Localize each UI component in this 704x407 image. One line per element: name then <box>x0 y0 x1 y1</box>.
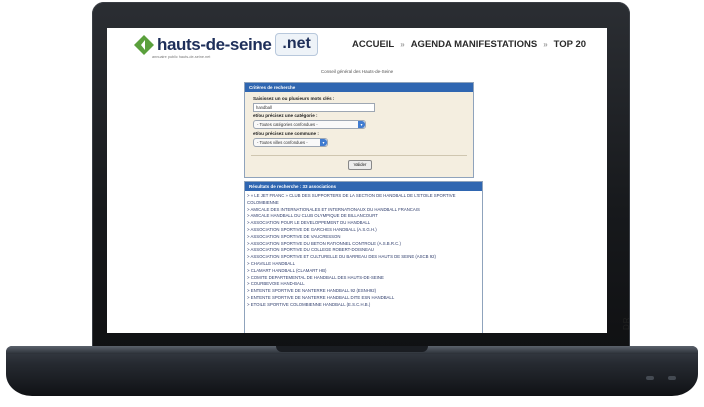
category-select[interactable]: - Toutes catégories confondues - ▾ <box>253 120 366 129</box>
top-nav: ACCUEIL » AGENDA MANIFESTATIONS » TOP 20 <box>352 39 586 50</box>
site-tagline: annuaire public hauts-de-seine.net <box>152 55 211 59</box>
criteria-divider <box>251 155 467 156</box>
category-select-value: - Toutes catégories confondues - <box>257 122 318 127</box>
chevron-down-icon: ▾ <box>358 121 365 128</box>
results-panel: Résultats de recherche : 33 associations… <box>244 181 483 333</box>
result-link[interactable]: > COMITE DEPARTEMENTAL DE HANDBALL DES H… <box>247 275 479 282</box>
commune-select-value: - Toutes villes confondues - <box>257 140 308 145</box>
result-link[interactable]: > ENTENTE SPORTIVE DE NANTERRE HANDBALL … <box>247 295 479 302</box>
laptop-hinge <box>276 346 428 352</box>
result-link[interactable]: > ASSOCIATION POUR LE DEVELOPPEMENT DU H… <box>247 220 479 227</box>
results-list: > « LE JET FRANC » CLUB DES SUPPORTERS D… <box>247 193 479 309</box>
result-link[interactable]: > AMICALE HANDBALL DU CLUB OLYMPIQUE DE … <box>247 213 479 220</box>
result-link[interactable]: > CHAVILLE HANDBALL <box>247 261 479 268</box>
result-link[interactable]: > ASSOCIATION SPORTIVE DU COLLEGE ROBERT… <box>247 247 479 254</box>
result-link[interactable]: > COURBEVOIE HAND-BALL <box>247 281 479 288</box>
result-link[interactable]: > ENTENTE SPORTIVE DE NANTERRE HANDBALL … <box>247 288 479 295</box>
indicator-light-icon <box>646 376 654 380</box>
result-link[interactable]: > AMICALE DES INTERNATIONALES ET INTERNA… <box>247 207 479 214</box>
logo-arrow-icon <box>134 34 154 55</box>
criteria-header: Critères de recherche <box>245 83 473 92</box>
commune-select[interactable]: - Toutes villes confondues - ▾ <box>253 138 328 147</box>
nav-top-20[interactable]: TOP 20 <box>554 39 586 50</box>
result-link[interactable]: > ASSOCIATION SPORTIVE DU BETON RATIONNE… <box>247 241 479 248</box>
results-header: Résultats de recherche : 33 associations <box>245 182 482 191</box>
keywords-input[interactable]: handball <box>253 103 375 112</box>
logo-text: hauts-de-seine <box>157 34 272 54</box>
nav-separator: » <box>543 40 548 49</box>
result-link[interactable]: > CLAMART HANDBALL (CLAMART HB) <box>247 268 479 275</box>
search-criteria-panel: Critères de recherche Saisissez un ou pl… <box>244 82 474 178</box>
indicator-light-icon <box>668 376 676 380</box>
keywords-label: Saisissez un ou plusieurs mots clés : <box>253 96 335 101</box>
category-label: et/ou précisez une catégorie : <box>253 113 318 118</box>
nav-separator: » <box>400 40 405 49</box>
nav-agenda-manifestations[interactable]: AGENDA MANIFESTATIONS <box>411 39 538 50</box>
page-subtitle: Conseil général des Hauts-de-Seine <box>320 69 394 74</box>
photo-credit: DR <box>622 316 631 330</box>
result-link[interactable]: > ETOILE SPORTIVE COLOMBIENNE HANDBALL (… <box>247 302 479 309</box>
logo-net: .net <box>275 33 318 56</box>
submit-button[interactable]: Valider <box>348 160 372 170</box>
result-link[interactable]: > ASSOCIATION SPORTIVE DE GARCHES HANDBA… <box>247 227 479 234</box>
result-link[interactable]: > ASSOCIATION SPORTIVE DE VAUCRESSON <box>247 234 479 241</box>
site-logo[interactable]: hauts-de-seine .net <box>134 33 318 56</box>
result-link[interactable]: > ASSOCIATION SPORTIVE ET CULTURELLE DU … <box>247 254 479 261</box>
chevron-down-icon: ▾ <box>320 139 327 146</box>
commune-label: et/ou précisez une commune : <box>253 131 319 136</box>
nav-accueil[interactable]: ACCUEIL <box>352 39 394 50</box>
browser-screen: hauts-de-seine .net annuaire public haut… <box>107 28 607 333</box>
laptop-base <box>6 346 698 396</box>
result-link[interactable]: > « LE JET FRANC » CLUB DES SUPPORTERS D… <box>247 193 479 207</box>
